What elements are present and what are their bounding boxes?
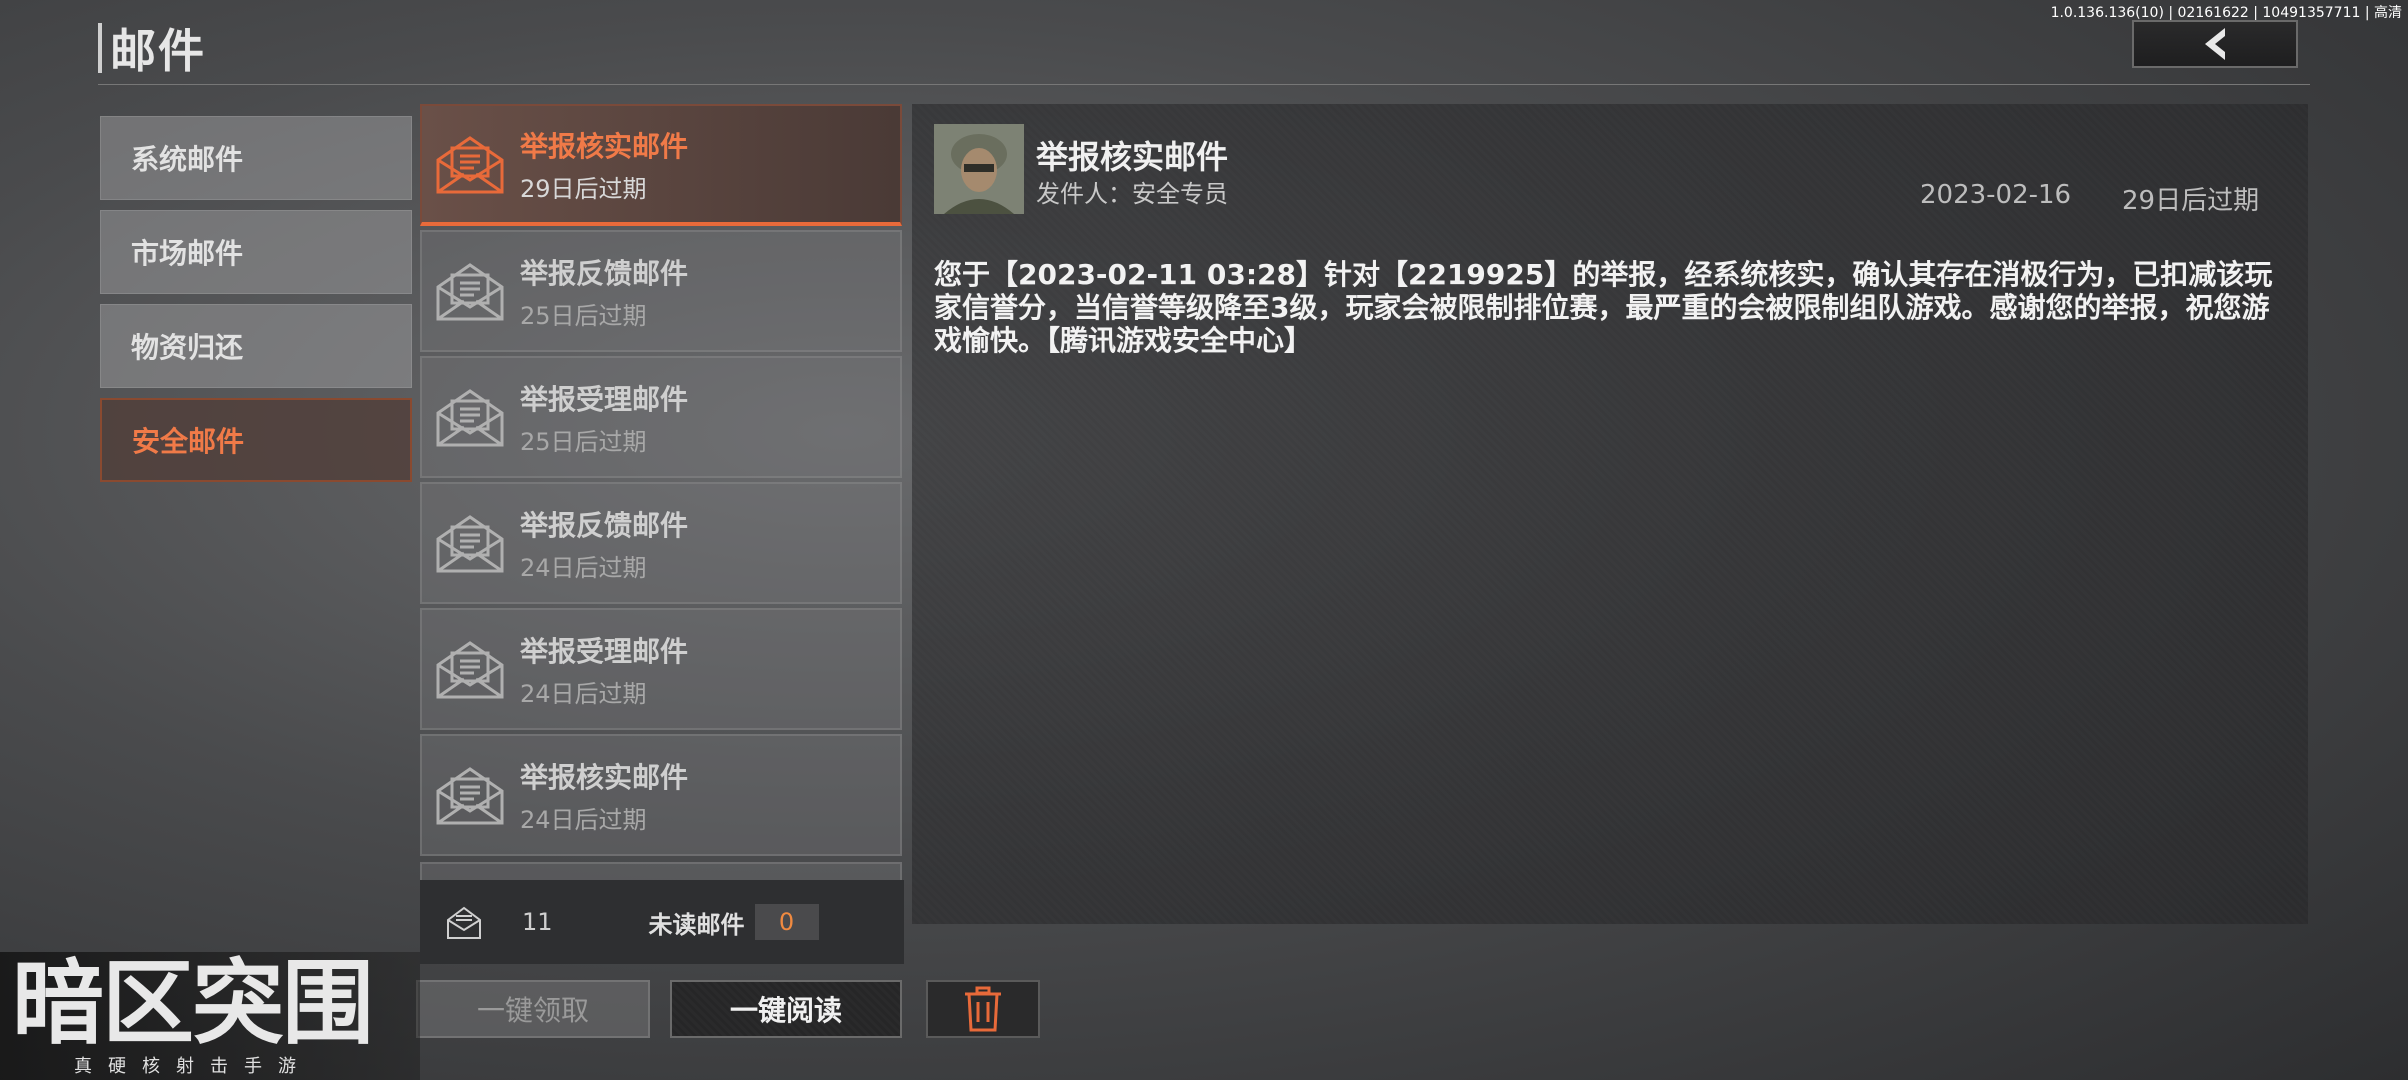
read-all-button[interactable]: 一键阅读 (670, 980, 902, 1038)
mail-expiry: 29日后过期 (520, 174, 647, 203)
mail-detail-expiry: 29日后过期 (2122, 186, 2260, 216)
back-button[interactable] (2132, 20, 2298, 68)
mail-list-item[interactable]: 举报核实邮件 24日后过期 (420, 734, 902, 856)
mail-title: 举报反馈邮件 (520, 508, 689, 542)
mail-title: 举报受理邮件 (520, 382, 689, 416)
open-envelope-icon (436, 641, 504, 699)
category-security-mail[interactable]: 安全邮件 (100, 398, 412, 482)
open-envelope-icon (436, 389, 504, 447)
open-envelope-icon (436, 263, 504, 321)
open-envelope-icon (436, 767, 504, 825)
mail-total-count: 11 (522, 908, 553, 936)
mail-expiry: 24日后过期 (520, 679, 647, 708)
mail-count-bar: 11 未读邮件 0 (420, 880, 904, 964)
unread-label: 未读邮件 (648, 910, 745, 939)
logo-title: 暗区突围 (12, 950, 374, 1057)
category-supply-return[interactable]: 物资归还 (100, 304, 412, 388)
category-market-mail[interactable]: 市场邮件 (100, 210, 412, 294)
mail-expiry: 25日后过期 (520, 301, 647, 330)
mail-body: 您于【2023-02-11 03:28】针对【2219925】的举报，经系统核实… (934, 258, 2273, 357)
page-title: 邮件 (110, 24, 206, 78)
open-envelope-icon (436, 515, 504, 573)
mail-detail-title: 举报核实邮件 (1036, 138, 1229, 176)
mail-title: 举报核实邮件 (520, 129, 689, 163)
version-info: 1.0.136.136(10) | 02161622 | 10491357711… (2050, 5, 2402, 21)
mail-list-item[interactable]: 举报受理邮件 24日后过期 (420, 608, 902, 730)
mail-detail-panel: 举报核实邮件 发件人：安全专员 2023-02-16 29日后过期 您于【202… (912, 104, 2308, 924)
mail-list-item-partial[interactable] (420, 862, 902, 880)
mail-expiry: 24日后过期 (520, 553, 647, 582)
mail-list-item[interactable]: 举报反馈邮件 25日后过期 (420, 230, 902, 352)
game-logo: 暗区突围 真硬核射击手游 (0, 952, 420, 1080)
delete-button[interactable] (926, 980, 1040, 1038)
open-envelope-icon (436, 136, 504, 194)
unread-count-badge: 0 (754, 904, 819, 940)
mail-title: 举报核实邮件 (520, 760, 689, 794)
mail-date: 2023-02-16 (1920, 180, 2072, 210)
page-header: 邮件 (98, 22, 206, 78)
trash-icon (965, 986, 1001, 1032)
mail-list-item[interactable]: 举报受理邮件 25日后过期 (420, 356, 902, 478)
logo-subtitle: 真硬核射击手游 (74, 1056, 312, 1077)
mail-list-item[interactable]: 举报反馈邮件 24日后过期 (420, 482, 902, 604)
mail-title: 举报反馈邮件 (520, 256, 689, 290)
mail-title: 举报受理邮件 (520, 634, 689, 668)
mail-expiry: 24日后过期 (520, 805, 647, 834)
sender-avatar (934, 124, 1024, 214)
category-system-mail[interactable]: 系统邮件 (100, 116, 412, 200)
mail-list-item[interactable]: 举报核实邮件 29日后过期 (420, 104, 902, 226)
envelope-stack-icon (447, 906, 481, 939)
claim-all-button[interactable]: 一键领取 (416, 980, 650, 1038)
mail-expiry: 25日后过期 (520, 427, 647, 456)
title-accent-bar (98, 23, 102, 73)
header-divider (98, 84, 2310, 85)
chevron-left-icon (2205, 28, 2225, 60)
mail-sender: 发件人：安全专员 (1036, 180, 1228, 208)
